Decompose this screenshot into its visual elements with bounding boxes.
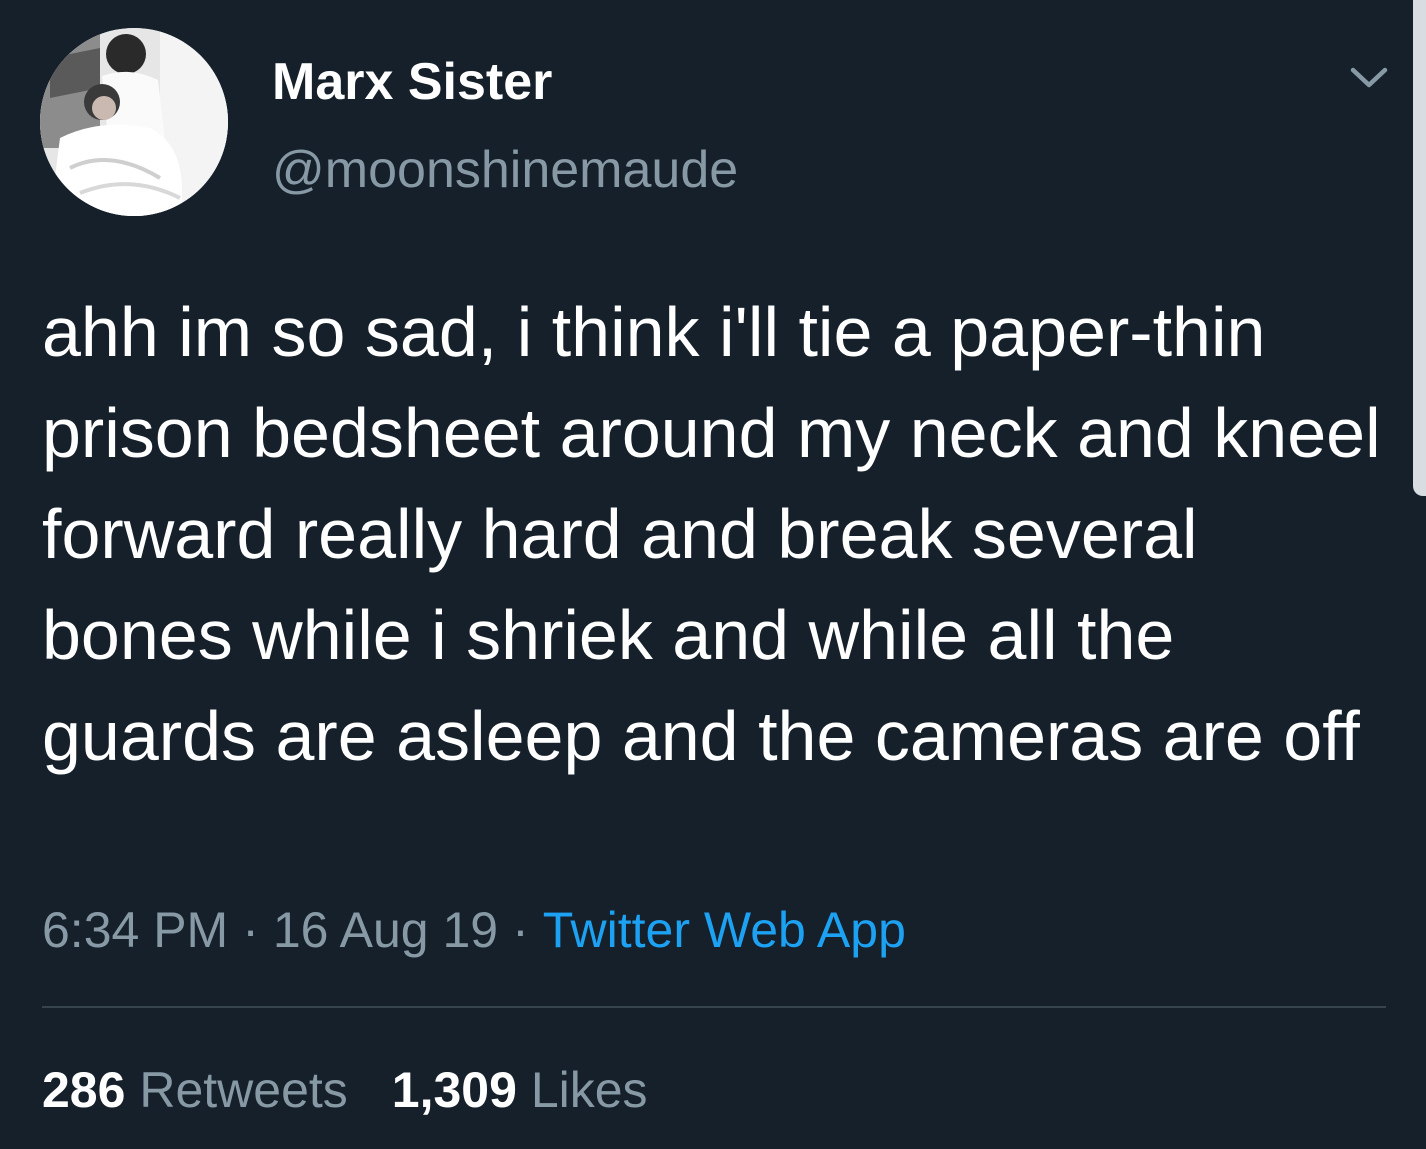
avatar[interactable] [40,28,228,216]
retweets-label: Retweets [139,1062,348,1118]
likes-label: Likes [530,1062,648,1118]
scrollbar-thumb[interactable] [1413,0,1426,496]
meta-separator: · [242,902,259,958]
meta-separator: · [512,902,529,958]
engagement-stats: 286 Retweets 1,309 Likes [42,1058,648,1122]
user-handle[interactable]: @moonshinemaude [272,140,738,200]
tweet-card: Marx Sister @moonshinemaude ahh im so sa… [0,0,1426,1149]
display-name[interactable]: Marx Sister [272,52,552,112]
tweet-time[interactable]: 6:34 PM [42,902,228,958]
likes-count: 1,309 [391,1062,517,1118]
tweet-metadata: 6:34 PM · 16 Aug 19 · Twitter Web App [42,898,906,962]
tweet-text: ahh im so sad, i think i'll tie a paper-… [42,293,1381,775]
avatar-photo [40,28,228,216]
likes-stat[interactable]: 1,309 Likes [392,1062,648,1118]
divider [42,1006,1386,1008]
retweets-stat[interactable]: 286 Retweets [42,1062,348,1118]
retweets-count: 286 [42,1062,126,1118]
chevron-down-icon[interactable] [1344,58,1394,98]
tweet-source-link[interactable]: Twitter Web App [543,902,906,958]
tweet-date[interactable]: 16 Aug 19 [273,902,498,958]
